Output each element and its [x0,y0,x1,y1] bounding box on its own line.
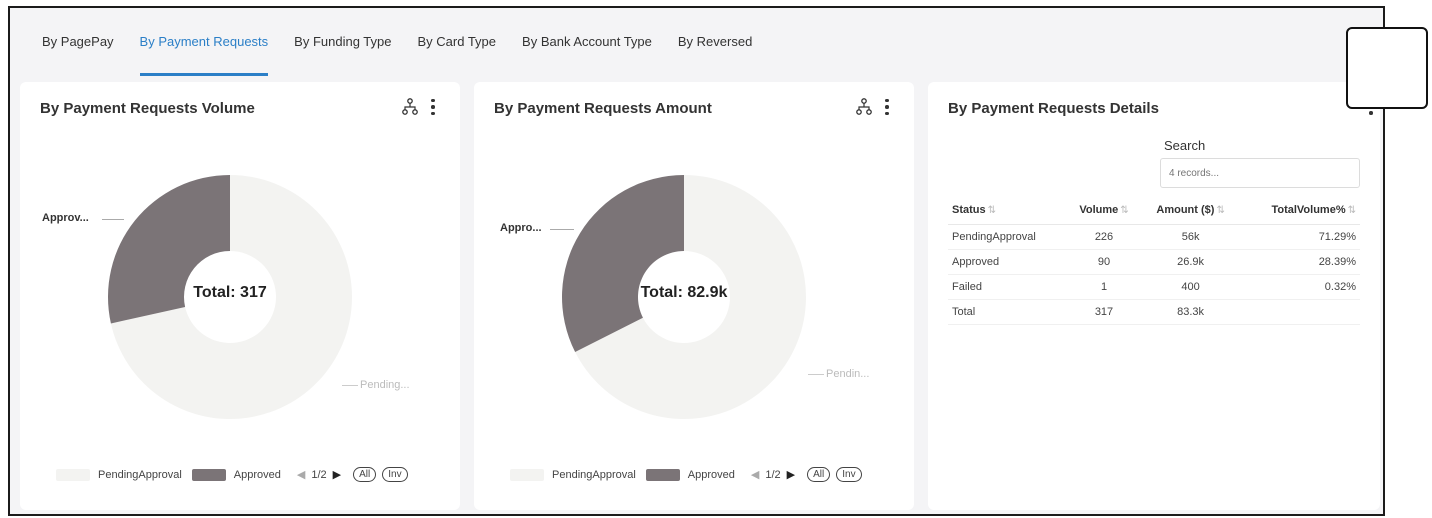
amount-legend: PendingApproval Approved ◀ 1/2 ▶ All Inv [510,467,862,482]
amount-callout-pending: Pendin... [826,368,870,380]
volume-legend: PendingApproval Approved ◀ 1/2 ▶ All Inv [56,467,408,482]
hierarchy-icon[interactable] [856,98,872,116]
tab-by-payment-requests[interactable]: By Payment Requests [139,8,268,76]
amount-donut-chart: Total: 82.9k [554,167,814,427]
table-cell: 28.39% [1240,249,1360,275]
legend-swatch-approved [645,468,680,481]
legend-all-button[interactable]: All [353,467,377,482]
table-cell: 0.32% [1240,274,1360,300]
legend-pager: 1/2 [765,468,781,481]
hierarchy-icon[interactable] [402,98,418,116]
table-cell: 90 [1066,249,1142,275]
legend-swatch-approved [191,468,226,481]
volume-card-title: By Payment Requests Volume [40,100,255,117]
tab-bar: By PagePay By Payment Requests By Fundin… [10,8,1383,76]
volume-donut-chart: Total: 317 [100,167,360,427]
legend-prev-arrow-icon[interactable]: ◀ [751,468,759,481]
legend-swatch-pending [510,468,544,481]
dashboard-frame: By PagePay By Payment Requests By Fundin… [8,6,1385,516]
legend-prev-arrow-icon[interactable]: ◀ [297,468,305,481]
tab-by-bank-account-type[interactable]: By Bank Account Type [522,8,652,76]
search-input[interactable] [1160,158,1360,188]
legend-all-button[interactable]: All [807,467,831,482]
search-label: Search [1164,138,1206,153]
legend-item-pending[interactable]: PendingApproval [98,469,182,481]
details-card-title: By Payment Requests Details [948,100,1159,117]
table-cell: 1 [1066,274,1142,300]
amount-total-label: Total: 82.9k [640,284,728,301]
volume-card: By Payment Requests Volume Total: 317 Ap… [20,82,460,510]
table-cell: 56k [1141,224,1241,250]
table-cell: 226 [1066,224,1142,250]
legend-inv-button[interactable]: Inv [382,467,408,482]
table-cell: 71.29% [1240,224,1360,250]
amount-callout-line-approved [550,229,574,230]
legend-inv-button[interactable]: Inv [836,467,862,482]
overlay-box [1346,27,1428,109]
details-table: Status ⇅ Volume ⇅ Amount ($) ⇅ TotalVolume%… [948,196,1360,325]
volume-card-icons [402,98,436,116]
table-cell: 400 [1141,274,1241,300]
tab-by-card-type[interactable]: By Card Type [418,8,497,76]
legend-item-pending[interactable]: PendingApproval [552,469,636,481]
column-header-amount[interactable]: Amount ($) ⇅ [1141,196,1241,225]
details-card: By Payment Requests Details Search Statu… [928,82,1380,510]
column-header-volume[interactable]: Volume ⇅ [1066,196,1142,225]
legend-next-arrow-icon[interactable]: ▶ [333,468,341,481]
amount-callout-approved: Appro... [500,222,542,234]
table-cell: 317 [1066,299,1142,325]
table-cell: 83.3k [1141,299,1241,325]
table-row: Failed 1 400 0.32% [948,274,1360,300]
column-header-totalvolume[interactable]: TotalVolume% ⇅ [1240,196,1360,225]
legend-swatch-pending [56,468,90,481]
tab-by-reversed[interactable]: By Reversed [678,8,752,76]
table-cell [1240,299,1360,325]
volume-callout-line-pending [342,385,358,386]
table-cell: 26.9k [1141,249,1241,275]
amount-callout-line-pending [808,374,824,375]
amount-card-title: By Payment Requests Amount [494,100,712,117]
table-cell: Total [948,299,1067,325]
amount-card-icons [856,98,890,116]
legend-item-approved[interactable]: Approved [234,469,281,481]
volume-callout-approved: Approv... [42,212,89,224]
kebab-menu-icon[interactable] [884,98,890,116]
table-row: PendingApproval 226 56k 71.29% [948,224,1360,250]
amount-card: By Payment Requests Amount Total: 82.9k … [474,82,914,510]
table-header-row: Status ⇅ Volume ⇅ Amount ($) ⇅ TotalVolume%… [948,196,1360,225]
table-row: Total 317 83.3k [948,299,1360,325]
table-row: Approved 90 26.9k 28.39% [948,249,1360,275]
tab-by-funding-type[interactable]: By Funding Type [294,8,391,76]
volume-callout-line-approved [102,219,124,220]
legend-item-approved[interactable]: Approved [688,469,735,481]
kebab-menu-icon[interactable] [430,98,436,116]
table-cell: Approved [948,249,1067,275]
legend-pager: 1/2 [311,468,327,481]
table-cell: PendingApproval [948,224,1067,250]
legend-next-arrow-icon[interactable]: ▶ [787,468,795,481]
table-cell: Failed [948,274,1067,300]
volume-callout-pending: Pending... [360,379,410,391]
column-header-status[interactable]: Status ⇅ [948,196,1067,225]
tab-by-pagepay[interactable]: By PagePay [42,8,114,76]
donut-slice-approved[interactable] [562,175,684,353]
volume-total-label: Total: 317 [193,284,267,301]
